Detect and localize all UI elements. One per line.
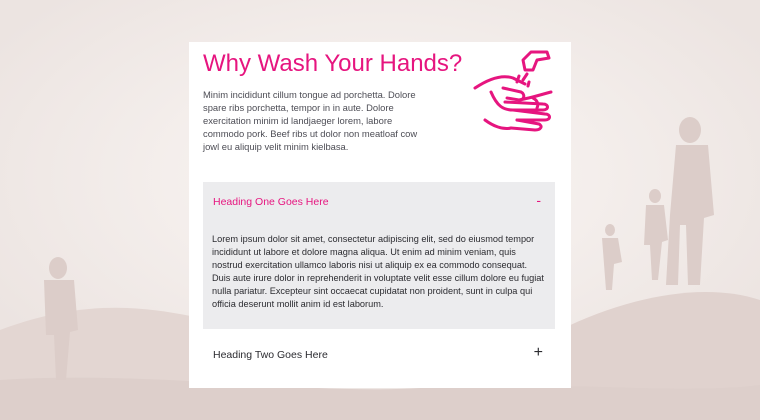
hand-washing-icon xyxy=(473,50,553,132)
accordion-heading-two: Heading Two Goes Here xyxy=(213,349,328,361)
accordion-header-one[interactable]: Heading One Goes Here - xyxy=(203,182,555,222)
accordion-heading-one: Heading One Goes Here xyxy=(213,196,329,208)
accordion-item-one: Heading One Goes Here - Lorem ipsum dolo… xyxy=(203,182,555,329)
intro-paragraph: Minim incididunt cillum tongue ad porche… xyxy=(203,89,418,152)
accordion-header-two[interactable]: Heading Two Goes Here + xyxy=(203,334,555,376)
info-card: Why Wash Your Hands? Minim incididunt ci… xyxy=(189,42,571,388)
page-title: Why Wash Your Hands? xyxy=(203,50,463,77)
accordion-body-one: Lorem ipsum dolor sit amet, consectetur … xyxy=(212,234,544,309)
expand-icon[interactable]: + xyxy=(534,344,543,362)
collapse-icon[interactable]: - xyxy=(536,192,541,208)
